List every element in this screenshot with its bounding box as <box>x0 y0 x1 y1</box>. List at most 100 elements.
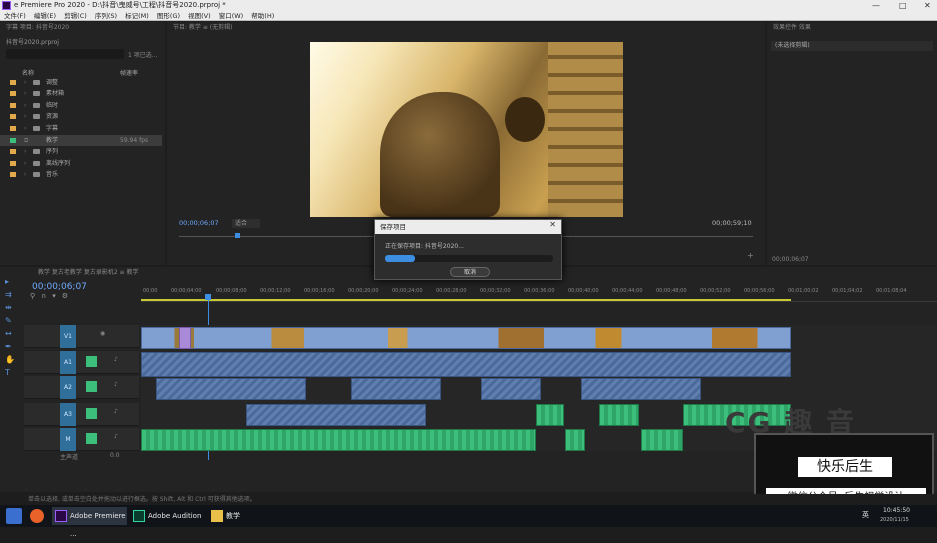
expand-arrow-icon[interactable]: › <box>24 146 26 157</box>
work-area-bar[interactable] <box>141 299 791 301</box>
menu-clip[interactable]: 剪辑(C) <box>64 12 87 20</box>
ripple-edit-tool-icon[interactable]: ⇹ <box>5 301 19 314</box>
menu-sequence[interactable]: 序列(S) <box>95 12 117 20</box>
menu-graphics[interactable]: 图形(G) <box>157 12 180 20</box>
list-item[interactable]: › 调整 <box>0 77 162 88</box>
browser-icon[interactable] <box>30 509 44 523</box>
mute-toggle[interactable] <box>86 408 97 419</box>
dialog-close-icon[interactable]: ✕ <box>549 220 556 229</box>
audio-clip[interactable] <box>246 404 426 426</box>
project-tabs[interactable]: 字幕 项目: 抖音号2020 <box>0 22 165 33</box>
mic-icon[interactable]: ♪ <box>114 408 118 415</box>
selection-tool-icon[interactable]: ▸ <box>5 275 19 288</box>
maximize-button[interactable]: □ <box>899 0 907 11</box>
column-name[interactable]: 名称 <box>22 68 34 77</box>
music-clip[interactable] <box>141 429 536 451</box>
close-button[interactable]: ✕ <box>924 0 931 11</box>
add-button-icon[interactable]: + <box>747 251 754 260</box>
effects-tabs[interactable]: 效果控件 效果 <box>767 22 937 33</box>
marker-icon[interactable]: ▾ <box>52 292 62 300</box>
fit-dropdown[interactable]: 适合 <box>232 219 260 228</box>
audio-clip[interactable] <box>156 378 306 400</box>
mute-toggle[interactable] <box>86 433 97 444</box>
menu-edit[interactable]: 编辑(E) <box>34 12 56 20</box>
folder-icon <box>33 161 40 166</box>
project-search-input[interactable] <box>6 49 124 59</box>
razor-tool-icon[interactable]: ✎ <box>5 314 19 327</box>
expand-arrow-icon[interactable]: › <box>24 158 26 169</box>
master-volume[interactable]: 0.0 <box>110 452 120 459</box>
taskbar-app-audition[interactable]: Adobe Audition <box>130 507 205 525</box>
expand-arrow-icon[interactable]: › <box>24 77 26 88</box>
label-swatch-icon <box>10 149 16 154</box>
expand-arrow-icon[interactable]: › <box>24 88 26 99</box>
cancel-button[interactable]: 取消 <box>450 267 490 277</box>
mic-icon[interactable]: ♪ <box>114 433 118 440</box>
list-item[interactable]: › 素材箱 <box>0 88 162 99</box>
label-swatch-icon <box>10 126 16 131</box>
audio-clip[interactable] <box>481 378 541 400</box>
expand-arrow-icon[interactable]: › <box>24 123 26 134</box>
music-clip[interactable] <box>536 404 564 426</box>
audio-clip[interactable] <box>581 378 701 400</box>
pen-tool-icon[interactable]: ✒ <box>5 340 19 353</box>
menu-file[interactable]: 文件(F) <box>4 12 26 20</box>
link-icon[interactable]: ∩ <box>41 292 52 300</box>
music-clip[interactable] <box>565 429 585 451</box>
list-item[interactable]: › 音乐 <box>0 169 162 180</box>
mute-toggle[interactable] <box>86 381 97 392</box>
eye-icon[interactable]: ◉ <box>100 330 105 337</box>
expand-arrow-icon[interactable]: › <box>24 100 26 111</box>
playhead-icon[interactable] <box>235 233 240 238</box>
mic-icon[interactable]: ♪ <box>114 356 118 363</box>
column-fps[interactable]: 帧速率 <box>120 68 138 77</box>
list-item-selected[interactable]: ⧉ 教学 59.94 fps <box>0 135 162 146</box>
audio-clip[interactable] <box>141 352 791 377</box>
progress-fill <box>385 255 416 262</box>
program-tabs[interactable]: 节目: 教学 ≡ (无剪辑) <box>167 22 765 33</box>
program-timecode[interactable]: 00;00;06;07 <box>179 219 219 227</box>
no-clip-label: (未选择剪辑) <box>771 41 933 51</box>
track-header-a1: A1 ♪ <box>24 351 139 374</box>
start-icon[interactable] <box>6 508 22 524</box>
menu-window[interactable]: 窗口(W) <box>219 12 244 20</box>
program-duration: 00;00;59;10 <box>712 219 752 227</box>
music-clip[interactable] <box>599 404 639 426</box>
wrench-icon[interactable]: ⚙ <box>62 292 74 300</box>
list-item[interactable]: › 字幕 <box>0 123 162 134</box>
list-item[interactable]: › 资源 <box>0 111 162 122</box>
audio-clip[interactable] <box>351 378 441 400</box>
music-clip[interactable] <box>641 429 683 451</box>
list-item[interactable]: › 临时 <box>0 100 162 111</box>
save-project-dialog: 保存项目 ✕ 正在保存项目: 抖音号2020... 取消 <box>374 219 562 280</box>
expand-arrow-icon[interactable]: › <box>24 169 26 180</box>
snap-icon[interactable]: ⚲ <box>30 292 41 300</box>
hand-tool-icon[interactable]: ✋ <box>5 353 19 366</box>
menu-marker[interactable]: 标记(M) <box>125 12 149 20</box>
mute-toggle[interactable] <box>86 356 97 367</box>
timeline-timecode[interactable]: 00;00;06;07 <box>32 282 87 292</box>
minimize-button[interactable]: — <box>872 0 880 11</box>
label-swatch-icon <box>10 103 16 108</box>
type-tool-icon[interactable]: T <box>5 366 19 379</box>
input-language[interactable]: 英 <box>862 510 869 520</box>
list-item[interactable]: › 序列 <box>0 146 162 157</box>
track-select-tool-icon[interactable]: ⇉ <box>5 288 19 301</box>
taskbar-app-folder[interactable]: 教学 <box>208 507 268 525</box>
tool-palette: ▸ ⇉ ⇹ ✎ ↔ ✒ ✋ T <box>5 275 19 385</box>
expand-arrow-icon[interactable]: › <box>24 111 26 122</box>
audition-icon <box>133 510 145 522</box>
menu-help[interactable]: 帮助(H) <box>251 12 274 20</box>
folder-icon <box>33 91 40 96</box>
slip-tool-icon[interactable]: ↔ <box>5 327 19 340</box>
taskbar: Adobe Premiere ... Adobe Audition 教学 英 1… <box>0 505 937 538</box>
menu-view[interactable]: 视图(V) <box>188 12 211 20</box>
list-item[interactable]: › 离线序列 <box>0 158 162 169</box>
time-ruler[interactable]: 00;00 00;00;04;00 00;00;08;00 00;00;12;0… <box>141 286 937 302</box>
mic-icon[interactable]: ♪ <box>114 381 118 388</box>
figure-image <box>380 92 500 217</box>
taskbar-app-premiere[interactable]: Adobe Premiere ... <box>52 507 127 538</box>
video-clip-adjustment[interactable] <box>179 327 191 349</box>
video-clip[interactable] <box>141 327 791 349</box>
clock-time[interactable]: 10:45:50 <box>883 507 910 514</box>
